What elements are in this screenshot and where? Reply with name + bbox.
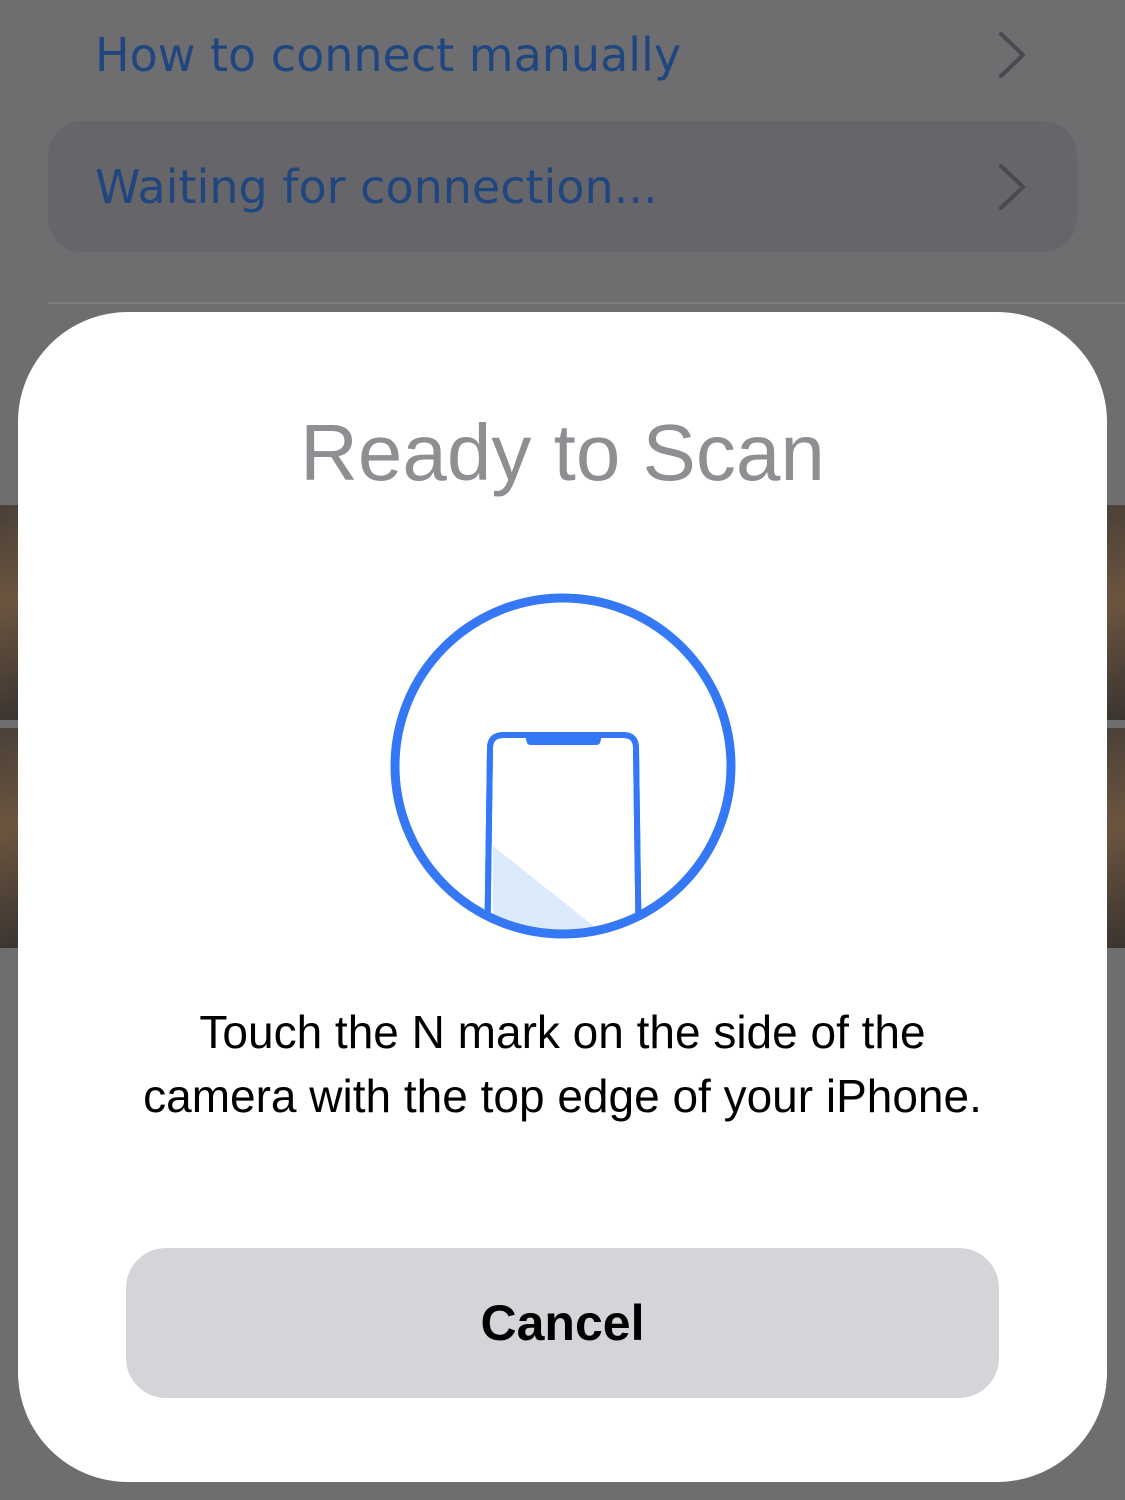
how-to-connect-manually-row[interactable]: How to connect manually — [0, 0, 1125, 110]
background-photo — [1104, 728, 1125, 948]
phone-nfc-scan-icon — [390, 593, 736, 939]
list-divider — [48, 302, 1125, 304]
background-photo — [1104, 505, 1125, 720]
waiting-for-connection-row[interactable]: Waiting for connection... — [48, 121, 1077, 252]
how-to-connect-manually-label: How to connect manually — [95, 28, 682, 82]
scan-instruction-text: Touch the N mark on the side of the came… — [143, 1006, 982, 1122]
waiting-for-connection-label: Waiting for connection... — [95, 159, 658, 214]
cancel-button[interactable]: Cancel — [126, 1248, 999, 1398]
ready-to-scan-sheet: Ready to Scan Touch the N mark on the si… — [18, 312, 1107, 1482]
chevron-right-icon — [999, 32, 1025, 78]
sheet-title: Ready to Scan — [300, 408, 825, 497]
chevron-right-icon — [999, 163, 1025, 210]
